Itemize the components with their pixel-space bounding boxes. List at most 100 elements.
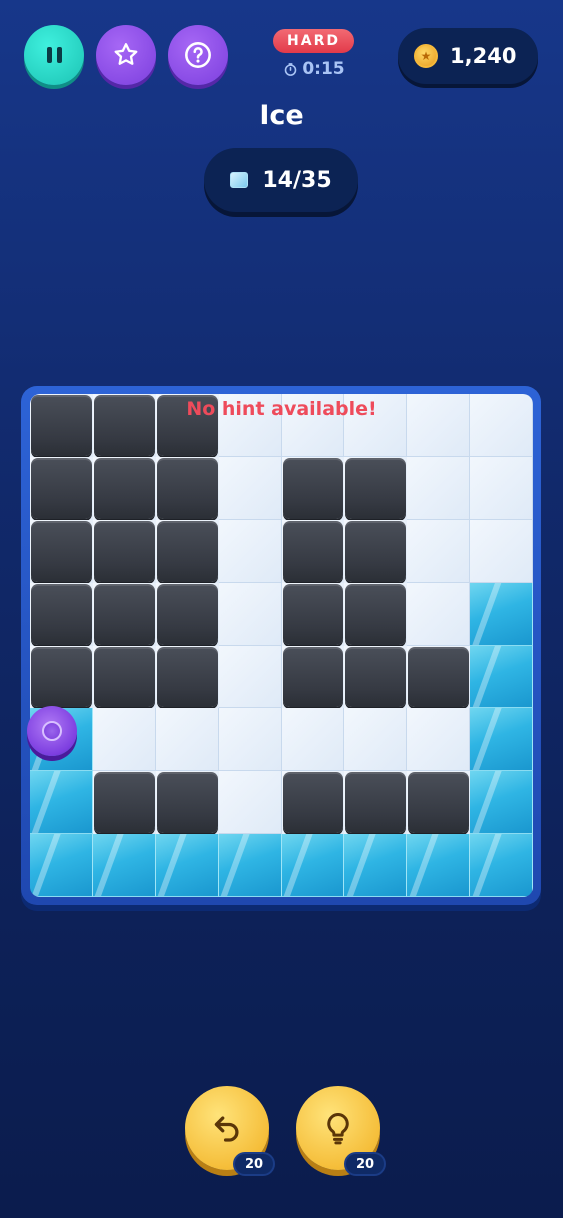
wall-block (93, 520, 155, 582)
board-cell-wall (92, 771, 156, 835)
question-icon (185, 42, 211, 68)
favorite-button[interactable] (96, 25, 156, 85)
board-cell-wall (344, 519, 408, 583)
board-cell-ice (281, 834, 345, 897)
board-cell-wall (30, 394, 93, 457)
help-button[interactable] (168, 25, 228, 85)
board-cell-floor (218, 582, 282, 646)
coin-icon: ★ (414, 44, 438, 68)
board-cell-floor (407, 456, 471, 520)
board-cell-wall (92, 394, 156, 457)
board-cell-ice (155, 834, 219, 897)
board-cell-floor (407, 519, 471, 583)
undo-count: 20 (233, 1152, 275, 1176)
board-cell-wall (344, 771, 408, 835)
coin-value: 1,240 (450, 44, 517, 68)
board-cell-wall (92, 519, 156, 583)
wall-block (31, 520, 92, 582)
board-cell-ice (470, 834, 533, 897)
board-cell-floor (344, 708, 408, 772)
timer-value: 0:15 (302, 59, 345, 79)
board-cell-wall (30, 582, 93, 646)
wall-block (345, 583, 407, 645)
hint-message: No hint available! (186, 398, 377, 420)
board-cell-wall (281, 582, 345, 646)
wall-block (408, 646, 470, 708)
wall-block (93, 772, 155, 834)
wall-block (156, 583, 218, 645)
wall-block (408, 772, 470, 834)
wall-block (156, 772, 218, 834)
player-core (42, 721, 62, 741)
wall-block (156, 520, 218, 582)
board-cell-floor (407, 582, 471, 646)
wall-block (31, 583, 92, 645)
board-cell-wall (281, 645, 345, 709)
board-cell-ice (344, 834, 408, 897)
hint-count: 20 (344, 1152, 386, 1176)
wall-block (282, 457, 344, 519)
board-cell-wall (92, 645, 156, 709)
board-cell-wall (407, 645, 471, 709)
timer: 0:15 (278, 58, 350, 80)
board-cell-wall (30, 456, 93, 520)
board-cell-wall (155, 645, 219, 709)
board-cell-floor (155, 708, 219, 772)
level-title: Ice (259, 100, 304, 131)
board-cell-wall (281, 456, 345, 520)
board-cell-ice (30, 834, 93, 897)
wall-block (156, 457, 218, 519)
board-cell-floor (407, 394, 471, 457)
board-cell-ice (470, 645, 533, 709)
wall-block (31, 646, 92, 708)
board-cell-ice (470, 771, 533, 835)
board-cell-ice (407, 834, 471, 897)
board-cell-wall (155, 771, 219, 835)
game-board[interactable] (30, 394, 533, 897)
difficulty-badge: HARD (273, 29, 354, 53)
pause-icon (46, 47, 62, 63)
board-cell-floor (218, 456, 282, 520)
board-cell-floor (470, 519, 533, 583)
coin-counter: ★ 1,240 (398, 28, 538, 84)
board-cell-wall (344, 582, 408, 646)
board-cell-floor (281, 708, 345, 772)
pause-button[interactable] (24, 25, 84, 85)
board-cell-wall (344, 645, 408, 709)
board-cell-wall (30, 519, 93, 583)
wall-block (93, 395, 155, 456)
board-cell-ice (92, 834, 156, 897)
lightbulb-icon (327, 1113, 349, 1145)
board-cell-ice (218, 834, 282, 897)
board-cell-wall (155, 519, 219, 583)
board-cell-wall (407, 771, 471, 835)
board-cell-wall (30, 645, 93, 709)
progress-value: 14/35 (262, 167, 332, 193)
player-ball[interactable] (27, 706, 77, 756)
wall-block (282, 520, 344, 582)
wall-block (31, 457, 92, 519)
wall-block (156, 646, 218, 708)
board-cell-wall (281, 519, 345, 583)
board-cell-ice (470, 708, 533, 772)
board-cell-floor (218, 771, 282, 835)
wall-block (282, 583, 344, 645)
wall-block (345, 772, 407, 834)
stopwatch-icon (285, 62, 297, 76)
board-cell-wall (92, 456, 156, 520)
level-progress: 14/35 (204, 148, 358, 212)
board-cell-floor (218, 708, 282, 772)
board-cell-ice (30, 771, 93, 835)
star-icon (114, 43, 138, 65)
wall-block (345, 520, 407, 582)
wall-block (345, 646, 407, 708)
board-cell-wall (155, 582, 219, 646)
board-cell-wall (344, 456, 408, 520)
board-cell-floor (92, 708, 156, 772)
board-cell-floor (407, 708, 471, 772)
board-cell-wall (92, 582, 156, 646)
wall-block (282, 772, 344, 834)
board-cell-floor (218, 519, 282, 583)
wall-block (282, 646, 344, 708)
board-cell-floor (218, 645, 282, 709)
